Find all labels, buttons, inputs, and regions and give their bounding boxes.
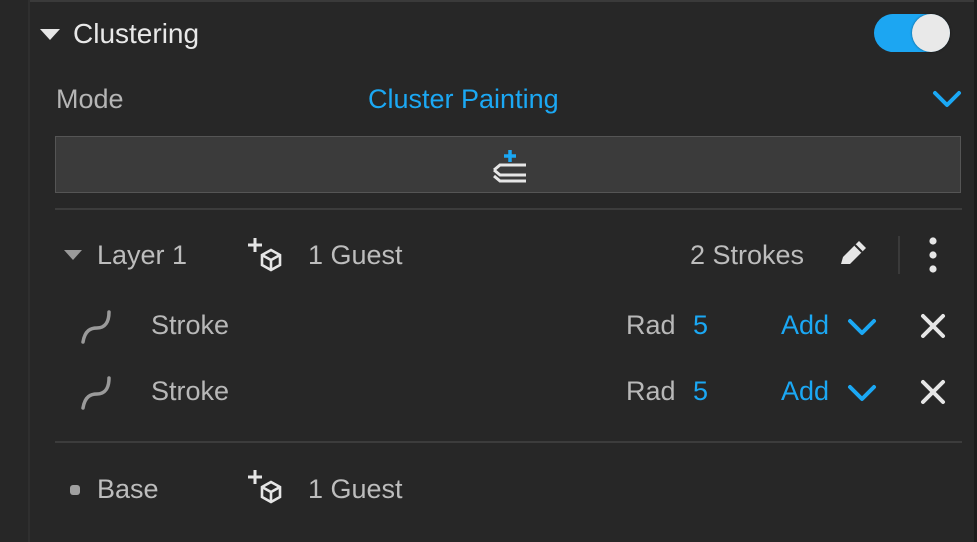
clustering-toggle[interactable]: [874, 14, 950, 52]
radius-value-input[interactable]: 5: [693, 376, 708, 407]
stroke-label: Stroke: [151, 310, 230, 340]
chevron-down-icon[interactable]: [847, 316, 877, 338]
panel-top-border: [30, 0, 977, 2]
toggle-knob: [912, 14, 950, 52]
section-header[interactable]: Clustering: [38, 14, 958, 56]
layer-name: Layer 1: [97, 240, 188, 270]
stroke-label: Stroke: [151, 376, 230, 406]
chevron-down-icon[interactable]: [847, 382, 877, 404]
add-guest-icon[interactable]: [247, 468, 287, 504]
layer-row[interactable]: Layer 1 1 Guest 2 Strokes: [55, 232, 962, 282]
add-guest-icon[interactable]: [247, 236, 287, 272]
radius-label: Rad: [626, 376, 676, 406]
collapse-caret-icon[interactable]: [40, 29, 60, 40]
separator: [898, 236, 900, 274]
strokes-count: 2 Strokes: [690, 240, 805, 270]
stroke-curve-icon: [81, 376, 111, 410]
layer-collapse-caret-icon[interactable]: [64, 250, 82, 260]
clustering-panel: Clustering Mode Cluster Painting Layer 1: [0, 0, 977, 542]
divider: [55, 208, 962, 210]
add-layer-icon: [493, 150, 526, 183]
mode-dropdown-value[interactable]: Cluster Painting: [368, 84, 559, 115]
more-options-icon[interactable]: [922, 234, 944, 276]
radius-label: Rad: [626, 310, 676, 340]
base-guest-count: 1 Guest: [308, 474, 403, 504]
mode-label: Mode: [56, 84, 124, 114]
close-icon[interactable]: [919, 312, 947, 340]
base-layer-name: Base: [97, 474, 159, 504]
section-title: Clustering: [73, 18, 200, 49]
base-layer-row[interactable]: Base 1 Guest: [55, 466, 962, 516]
stroke-mode-dropdown[interactable]: Add: [781, 376, 829, 407]
chevron-down-icon[interactable]: [932, 88, 962, 110]
close-icon[interactable]: [919, 378, 947, 406]
stroke-curve-icon: [81, 310, 111, 344]
divider: [55, 441, 962, 443]
bullet-dot-icon: [70, 485, 80, 495]
stroke-row[interactable]: Stroke Rad 5 Add: [55, 302, 962, 352]
stroke-row[interactable]: Stroke Rad 5 Add: [55, 368, 962, 418]
add-layer-button[interactable]: [55, 136, 961, 193]
pencil-icon[interactable]: [835, 236, 871, 272]
layer-guest-count: 1 Guest: [308, 240, 403, 270]
radius-value-input[interactable]: 5: [693, 310, 708, 341]
panel-left-border: [28, 0, 30, 542]
stroke-mode-dropdown[interactable]: Add: [781, 310, 829, 341]
